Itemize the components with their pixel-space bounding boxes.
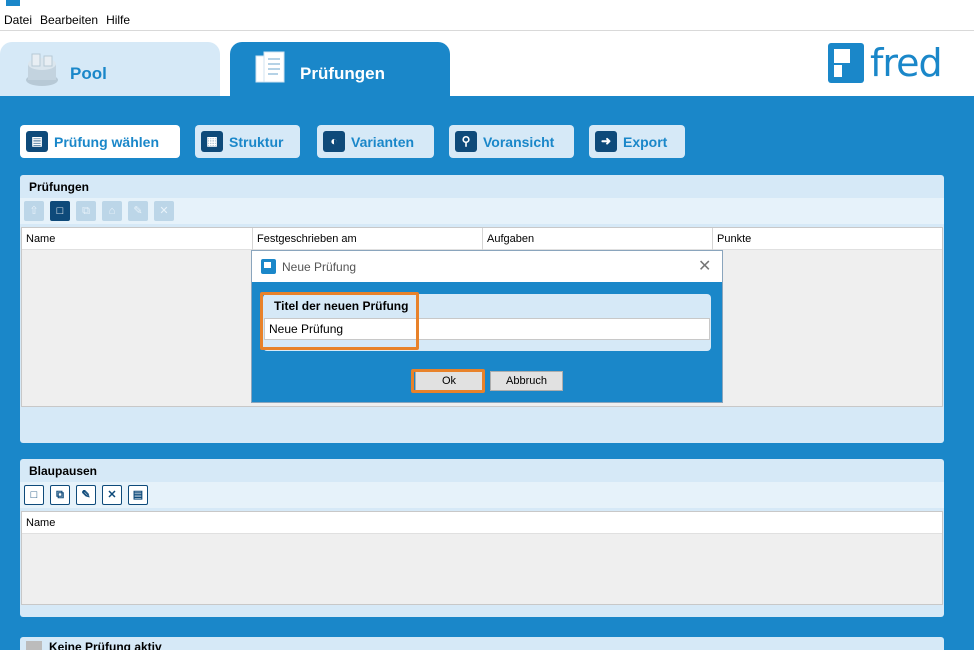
- blaupausen-toolbar: □ ⧉ ✎ ✕ ▤: [20, 482, 944, 508]
- documents-icon: [255, 51, 285, 83]
- export-arrow-icon: ➜: [595, 131, 617, 152]
- menu-hilfe[interactable]: Hilfe: [106, 10, 130, 31]
- copy-icon[interactable]: ⧉: [76, 201, 96, 221]
- fred-logo: fred: [828, 41, 943, 85]
- menu-datei[interactable]: Datei: [4, 10, 32, 31]
- column-name[interactable]: Name: [22, 228, 253, 250]
- blaupausen-table-header: Name: [22, 512, 942, 534]
- tab-pruefungen-label: Prüfungen: [300, 64, 385, 83]
- column-name[interactable]: Name: [22, 512, 942, 534]
- pruefungen-panel-title: Prüfungen: [29, 180, 89, 194]
- cancel-button[interactable]: Abbruch: [490, 371, 563, 391]
- delete-icon[interactable]: ✕: [102, 485, 122, 505]
- tab-pruefungen[interactable]: Prüfungen: [230, 42, 450, 98]
- dialog-titlebar: Neue Prüfung ✕: [252, 251, 722, 282]
- pruefungen-table-header: Name Festgeschrieben am Aufgaben Punkte: [22, 228, 942, 250]
- column-aufgaben[interactable]: Aufgaben: [483, 228, 713, 250]
- nav-label: Struktur: [229, 134, 284, 150]
- highlight-frame: [260, 292, 419, 350]
- window-titlebar: [0, 0, 974, 10]
- nav-export-button[interactable]: ➜ Export: [589, 125, 685, 158]
- nav-varianten-button[interactable]: ◐ Varianten: [317, 125, 434, 158]
- menu-bar: Datei Bearbeiten Hilfe: [0, 10, 974, 31]
- dialog-title: Neue Prüfung: [282, 260, 357, 274]
- structure-icon: ▦: [201, 131, 223, 152]
- blaupausen-panel: Blaupausen □ ⧉ ✎ ✕ ▤ Name: [20, 459, 944, 617]
- nav-struktur-button[interactable]: ▦ Struktur: [195, 125, 300, 158]
- blaupausen-table: Name: [21, 511, 943, 605]
- variants-icon: ◐: [323, 131, 345, 152]
- close-box-icon: [26, 641, 42, 650]
- status-bar: Keine Prüfung aktiv: [20, 637, 944, 650]
- nav-pruefung-waehlen-button[interactable]: ▤ Prüfung wählen: [20, 125, 180, 158]
- delete-icon[interactable]: ✕: [154, 201, 174, 221]
- home-icon[interactable]: ⌂: [102, 201, 122, 221]
- upload-icon[interactable]: ⇧: [24, 201, 44, 221]
- new-document-icon[interactable]: □: [24, 485, 44, 505]
- pool-stack-icon: [26, 53, 58, 86]
- main-tab-strip: Pool Prüfungen fred: [0, 31, 974, 98]
- highlight-frame: [411, 369, 485, 393]
- column-festgeschrieben[interactable]: Festgeschrieben am: [253, 228, 483, 250]
- status-text: Keine Prüfung aktiv: [49, 640, 162, 650]
- blaupausen-panel-title: Blaupausen: [29, 464, 98, 478]
- nav-label: Export: [623, 134, 668, 150]
- fred-logo-text: fred: [870, 41, 943, 85]
- close-icon[interactable]: ✕: [698, 256, 711, 276]
- app-logo-icon: [261, 259, 276, 274]
- document-list-icon: ▤: [26, 131, 48, 152]
- nav-voransicht-button[interactable]: ⚲ Voransicht: [449, 125, 574, 158]
- pruefungen-toolbar: ⇧ □ ⧉ ⌂ ✎ ✕: [20, 198, 944, 224]
- print-preview-icon[interactable]: ▤: [128, 485, 148, 505]
- copy-icon[interactable]: ⧉: [50, 485, 70, 505]
- new-exam-dialog: Neue Prüfung ✕ Titel der neuen Prüfung O…: [251, 250, 723, 403]
- tab-pool[interactable]: Pool: [0, 42, 220, 98]
- nav-label: Prüfung wählen: [54, 134, 159, 150]
- column-punkte[interactable]: Punkte: [713, 228, 942, 250]
- nav-label: Varianten: [351, 134, 415, 150]
- edit-icon[interactable]: ✎: [128, 201, 148, 221]
- new-document-icon[interactable]: □: [50, 201, 70, 221]
- preview-icon: ⚲: [455, 131, 477, 152]
- nav-label: Voransicht: [483, 134, 555, 150]
- app-icon: [6, 0, 20, 6]
- menu-bearbeiten[interactable]: Bearbeiten: [40, 10, 98, 31]
- edit-icon[interactable]: ✎: [76, 485, 96, 505]
- tab-pool-label: Pool: [70, 64, 107, 83]
- fred-logo-mark: [828, 43, 864, 83]
